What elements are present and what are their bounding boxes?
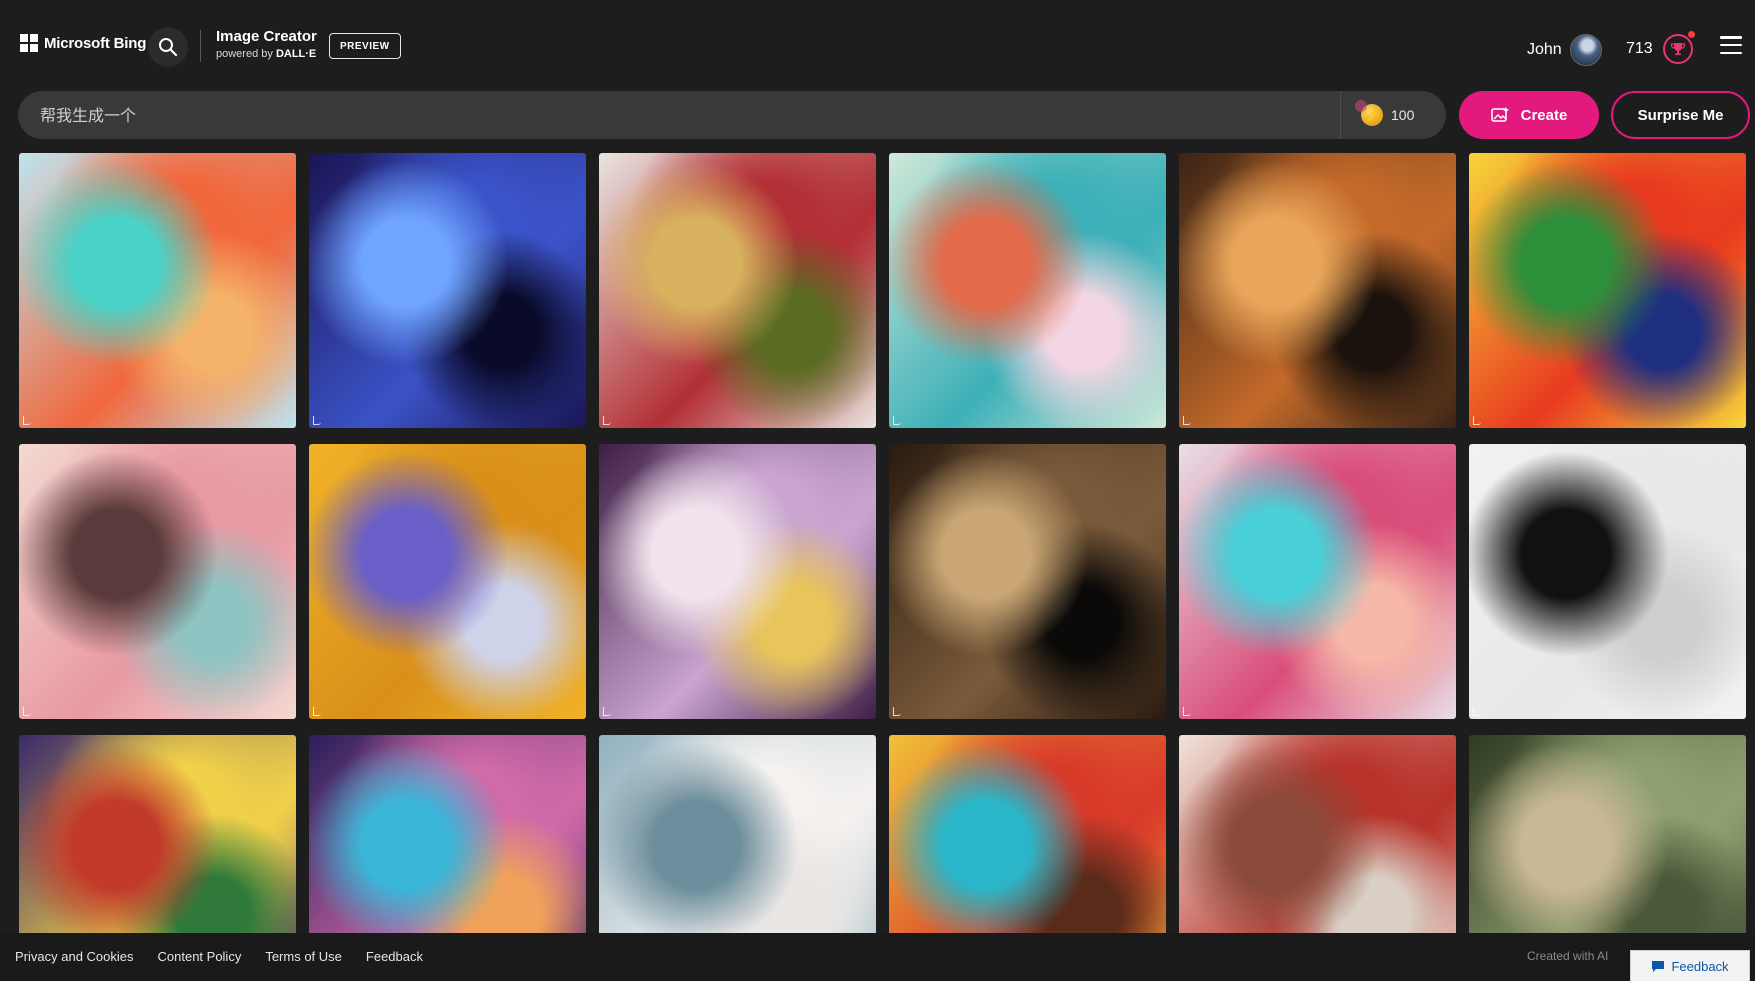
rewards-button[interactable]: 713 bbox=[1626, 31, 1695, 64]
gallery-image-tile[interactable] bbox=[599, 444, 876, 719]
gallery-image-tile[interactable] bbox=[19, 735, 296, 933]
boost-counter[interactable]: ⚡ 100 bbox=[1340, 91, 1446, 139]
footer: Privacy and Cookies Content Policy Terms o… bbox=[0, 933, 1755, 981]
gallery-image-tile[interactable] bbox=[19, 153, 296, 428]
bing-watermark-icon bbox=[1473, 707, 1481, 716]
gallery-image-tile[interactable] bbox=[309, 153, 586, 428]
top-header: Microsoft Bing Image Creator powered by … bbox=[0, 0, 1755, 90]
gallery-image-tile[interactable] bbox=[599, 735, 876, 933]
powered-by-text: powered by DALL·E bbox=[216, 48, 317, 60]
gallery-image-tile[interactable] bbox=[309, 444, 586, 719]
windows-logo-icon bbox=[20, 34, 38, 52]
image-creator-page: Microsoft Bing Image Creator powered by … bbox=[0, 0, 1755, 981]
prompt-bar: ⚡ 100 bbox=[18, 91, 1446, 139]
feedback-button-label: Feedback bbox=[1671, 958, 1729, 974]
gallery-image-tile[interactable] bbox=[1469, 735, 1746, 933]
gallery-image-tile[interactable] bbox=[19, 444, 296, 719]
gallery-image-tile[interactable] bbox=[889, 444, 1166, 719]
footer-link[interactable]: Content Policy bbox=[158, 949, 242, 964]
bing-watermark-icon bbox=[603, 416, 611, 425]
search-icon bbox=[159, 38, 178, 57]
search-button[interactable] bbox=[148, 27, 188, 67]
hamburger-menu-icon[interactable] bbox=[1720, 36, 1742, 54]
prompt-input[interactable] bbox=[18, 91, 1340, 139]
avatar bbox=[1569, 34, 1602, 66]
bing-watermark-icon bbox=[313, 416, 321, 425]
feedback-button[interactable]: Feedback bbox=[1630, 950, 1750, 981]
chat-bubble-icon bbox=[1652, 960, 1665, 972]
preview-badge: PREVIEW bbox=[329, 33, 401, 59]
bing-watermark-icon bbox=[1183, 416, 1191, 425]
microsoft-bing-logo-link[interactable]: Microsoft Bing bbox=[20, 34, 146, 52]
user-name: John bbox=[1527, 41, 1562, 58]
footer-link[interactable]: Terms of Use bbox=[265, 949, 342, 964]
trophy-icon bbox=[1662, 31, 1695, 64]
powered-by-prefix: powered by bbox=[216, 48, 273, 60]
bing-watermark-icon bbox=[313, 707, 321, 716]
surprise-me-button[interactable]: Surprise Me bbox=[1611, 91, 1750, 139]
image-gallery bbox=[19, 153, 1747, 933]
rewards-points: 713 bbox=[1626, 40, 1653, 57]
create-label: Create bbox=[1520, 106, 1568, 124]
gallery-image-tile[interactable] bbox=[599, 153, 876, 428]
brand-name: Microsoft Bing bbox=[44, 34, 147, 52]
image-create-icon bbox=[1490, 107, 1509, 122]
bing-watermark-icon bbox=[23, 707, 31, 716]
gallery-image-tile[interactable] bbox=[309, 735, 586, 933]
dalle-name: DALL·E bbox=[275, 48, 317, 60]
gallery-image-tile[interactable] bbox=[1179, 153, 1456, 428]
created-with-ai-text: Created with AI bbox=[1527, 949, 1609, 963]
boost-count: 100 bbox=[1391, 107, 1415, 123]
gallery-image-tile[interactable] bbox=[1469, 153, 1746, 428]
user-profile-button[interactable]: John bbox=[1527, 34, 1602, 66]
notification-dot bbox=[1687, 31, 1695, 38]
product-title: Image Creator bbox=[216, 28, 317, 45]
gallery-image-tile[interactable] bbox=[889, 735, 1166, 933]
gallery-image-tile[interactable] bbox=[1469, 444, 1746, 719]
gallery-image-tile[interactable] bbox=[1179, 735, 1456, 933]
footer-links: Privacy and Cookies Content Policy Terms o… bbox=[15, 949, 423, 964]
bing-watermark-icon bbox=[893, 707, 901, 716]
bing-watermark-icon bbox=[603, 707, 611, 716]
create-button[interactable]: Create bbox=[1459, 91, 1599, 139]
bing-watermark-icon bbox=[1473, 416, 1481, 425]
bing-watermark-icon bbox=[1183, 707, 1191, 716]
footer-link[interactable]: Feedback bbox=[366, 949, 423, 964]
bing-watermark-icon bbox=[893, 416, 901, 425]
boost-coin-icon: ⚡ bbox=[1355, 100, 1383, 126]
gallery-image-tile[interactable] bbox=[889, 153, 1166, 428]
footer-link[interactable]: Privacy and Cookies bbox=[15, 949, 134, 964]
gallery-image-tile[interactable] bbox=[1179, 444, 1456, 719]
header-divider bbox=[200, 30, 201, 62]
bing-watermark-icon bbox=[23, 416, 31, 425]
image-creator-title-link[interactable]: Image Creator powered by DALL·E bbox=[216, 28, 317, 60]
